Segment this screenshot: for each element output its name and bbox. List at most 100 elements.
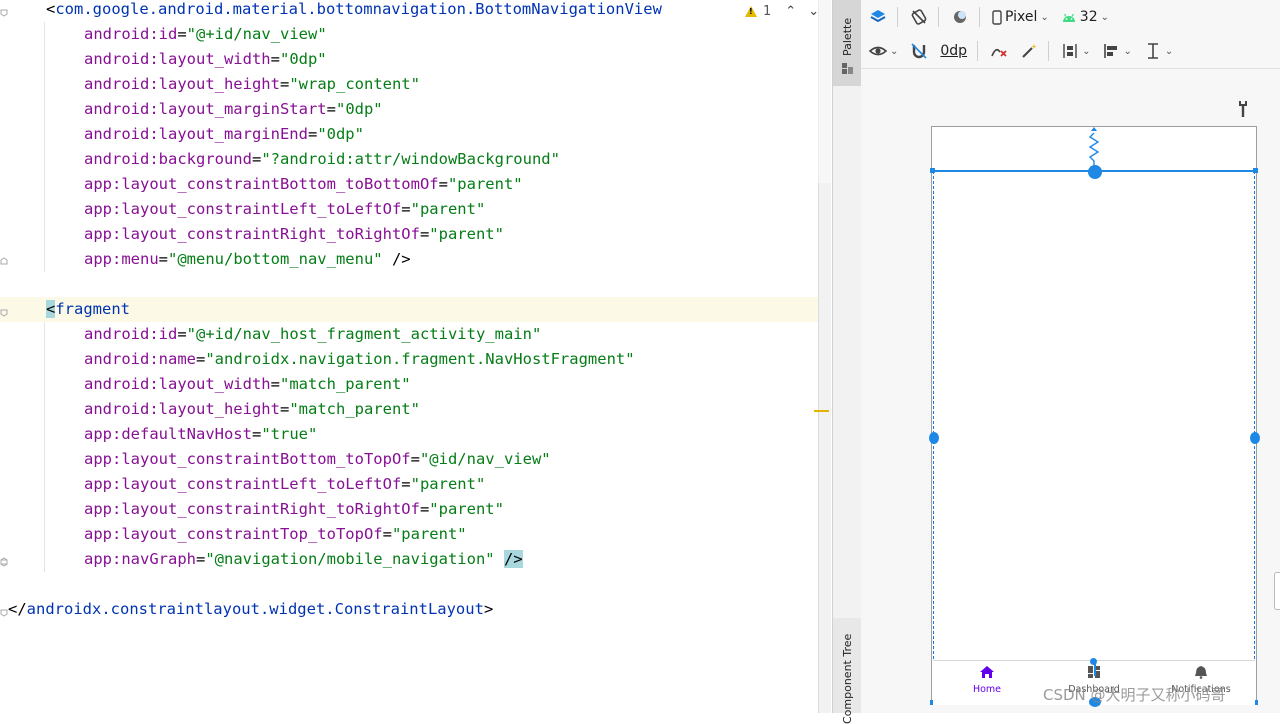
code-token: < xyxy=(46,0,56,18)
guidelines-button[interactable]: ⌄ xyxy=(1144,42,1173,60)
code-line[interactable]: android:id="@+id/nav_host_fragment_activ… xyxy=(84,322,541,347)
code-line[interactable]: </androidx.constraintlayout.widget.Const… xyxy=(8,597,493,622)
code-token: layout_width xyxy=(158,375,271,393)
code-line[interactable]: app:layout_constraintRight_toRightOf="pa… xyxy=(84,222,504,247)
code-line[interactable]: android:background="?android:attr/window… xyxy=(84,147,560,172)
code-token: id xyxy=(158,25,178,43)
phone-icon xyxy=(992,9,1002,25)
orientation-button[interactable] xyxy=(910,8,928,26)
code-token: android: xyxy=(84,75,159,93)
code-line[interactable]: app:layout_constraintTop_toTopOf="parent… xyxy=(84,522,467,547)
code-line[interactable]: android:id="@+id/nav_view" xyxy=(84,22,327,47)
code-line[interactable]: android:layout_marginEnd="0dp" xyxy=(84,122,364,147)
code-line[interactable]: app:defaultNavHost="true" xyxy=(84,422,317,447)
design-surface-button[interactable] xyxy=(869,8,887,26)
layout-design-panel[interactable]: Pixel ⌄ 32 ⌄ ⌄ 0dp ⌄ ⌄ ⌄ Home Dashboard … xyxy=(861,0,1280,713)
fold-marker-icon[interactable] xyxy=(0,9,8,17)
code-token: </ xyxy=(8,600,27,618)
bell-icon xyxy=(1195,666,1207,679)
code-token: app: xyxy=(84,225,122,243)
editor-scrollbar-thumb[interactable] xyxy=(818,183,831,713)
panel-edge-handle[interactable] xyxy=(1274,572,1280,610)
view-options-button[interactable]: ⌄ xyxy=(869,42,898,60)
fold-end-marker-icon[interactable] xyxy=(0,557,8,565)
code-token: id xyxy=(158,325,178,343)
code-line[interactable]: app:layout_constraintRight_toRightOf="pa… xyxy=(84,497,504,522)
code-token: "match_parent" xyxy=(279,375,411,393)
code-line[interactable]: android:layout_height="match_parent" xyxy=(84,397,420,422)
infer-constraints-button[interactable] xyxy=(1020,42,1038,60)
constraint-handle-bottom-nav-top[interactable] xyxy=(1090,658,1097,665)
wrench-icon[interactable] xyxy=(1236,100,1250,118)
code-token: "?android:attr/windowBackground" xyxy=(261,150,560,168)
code-line[interactable]: android:layout_marginStart="0dp" xyxy=(84,97,383,122)
code-line[interactable]: app:layout_constraintLeft_toLeftOf="pare… xyxy=(84,197,485,222)
moon-icon xyxy=(954,11,966,23)
code-token: android: xyxy=(84,400,159,418)
code-line[interactable]: <fragment xyxy=(46,297,130,322)
component-tree-tab-label: Component Tree xyxy=(841,633,854,724)
resize-handle[interactable] xyxy=(930,168,935,173)
fold-marker-icon[interactable] xyxy=(0,309,8,317)
api-level-selector[interactable]: 32 ⌄ xyxy=(1061,9,1109,25)
clear-constraints-icon xyxy=(991,48,1007,57)
chevron-down-icon: ⌄ xyxy=(1040,11,1049,23)
code-token: layout_marginStart xyxy=(158,100,327,118)
code-line[interactable]: android:layout_height="wrap_content" xyxy=(84,72,420,97)
device-name: Pixel xyxy=(1005,9,1038,25)
code-token: = xyxy=(251,425,262,443)
clear-constraints-button[interactable] xyxy=(990,42,1008,60)
code-editor[interactable]: <com.google.android.material.bottomnavig… xyxy=(0,0,818,713)
device-selector[interactable]: Pixel ⌄ xyxy=(992,9,1049,25)
code-line[interactable]: android:name="androidx.navigation.fragme… xyxy=(84,347,635,372)
side-tool-strip: Palette Component Tree xyxy=(832,0,862,724)
constraint-handle-right[interactable] xyxy=(1250,432,1260,444)
scroll-warning-marker[interactable] xyxy=(814,410,829,412)
code-token: android: xyxy=(84,125,159,143)
chevron-up-icon[interactable]: ⌃ xyxy=(785,4,796,19)
code-token: "parent" xyxy=(410,200,486,218)
code-token: layout_constraintBottom_toBottomOf xyxy=(121,175,439,193)
constraint-handle-left[interactable] xyxy=(929,432,939,444)
code-token: "0dp" xyxy=(317,125,364,143)
selected-fragment-bounds[interactable] xyxy=(933,171,1255,704)
code-token: defaultNavHost xyxy=(121,425,252,443)
code-token: /> xyxy=(503,550,523,568)
default-margin-button[interactable]: 0dp xyxy=(940,43,967,59)
code-token: "@id/nav_view" xyxy=(419,450,551,468)
code-token: = xyxy=(401,475,411,493)
constraint-handle-top[interactable] xyxy=(1088,165,1102,179)
code-token: = xyxy=(279,400,290,418)
code-line[interactable]: app:menu="@menu/bottom_nav_menu" /> xyxy=(84,247,411,272)
component-tree-tab[interactable]: Component Tree xyxy=(833,618,861,724)
code-token: com.google.android.material.bottomnaviga… xyxy=(55,0,662,18)
code-token: "match_parent" xyxy=(289,400,420,418)
code-token: "@navigation/mobile_navigation" xyxy=(205,550,495,568)
code-line[interactable]: <com.google.android.material.bottomnavig… xyxy=(46,0,662,22)
home-icon xyxy=(980,666,994,678)
code-line[interactable]: app:navGraph="@navigation/mobile_navigat… xyxy=(84,547,523,572)
palette-tab[interactable]: Palette xyxy=(833,0,861,86)
fold-marker-icon[interactable] xyxy=(0,609,8,617)
code-token: "parent" xyxy=(429,225,504,243)
align-button[interactable]: ⌄ xyxy=(1102,42,1132,60)
code-line[interactable]: app:layout_constraintBottom_toBottomOf="… xyxy=(84,172,523,197)
resize-handle[interactable] xyxy=(1253,168,1258,173)
autoconnect-button[interactable] xyxy=(910,42,928,60)
code-line[interactable]: app:layout_constraintBottom_toTopOf="@id… xyxy=(84,447,551,472)
night-mode-button[interactable] xyxy=(951,8,969,26)
code-line[interactable]: app:layout_constraintLeft_toLeftOf="pare… xyxy=(84,472,485,497)
inspection-widget[interactable]: 1 ⌃ ⌄ xyxy=(745,4,819,19)
fold-end-marker-icon[interactable] xyxy=(0,257,8,265)
code-line[interactable]: android:layout_width="match_parent" xyxy=(84,372,411,397)
warning-icon xyxy=(745,6,757,17)
code-token: "0dp" xyxy=(279,50,327,68)
code-token: name xyxy=(158,350,196,368)
code-line[interactable]: android:layout_width="0dp" xyxy=(84,47,327,72)
code-token: app: xyxy=(84,250,122,268)
code-token: layout_constraintBottom_toTopOf xyxy=(121,450,411,468)
pack-button[interactable]: ⌄ xyxy=(1061,42,1090,60)
nav-item-home[interactable]: Home xyxy=(937,665,1037,695)
code-token: android: xyxy=(84,350,159,368)
